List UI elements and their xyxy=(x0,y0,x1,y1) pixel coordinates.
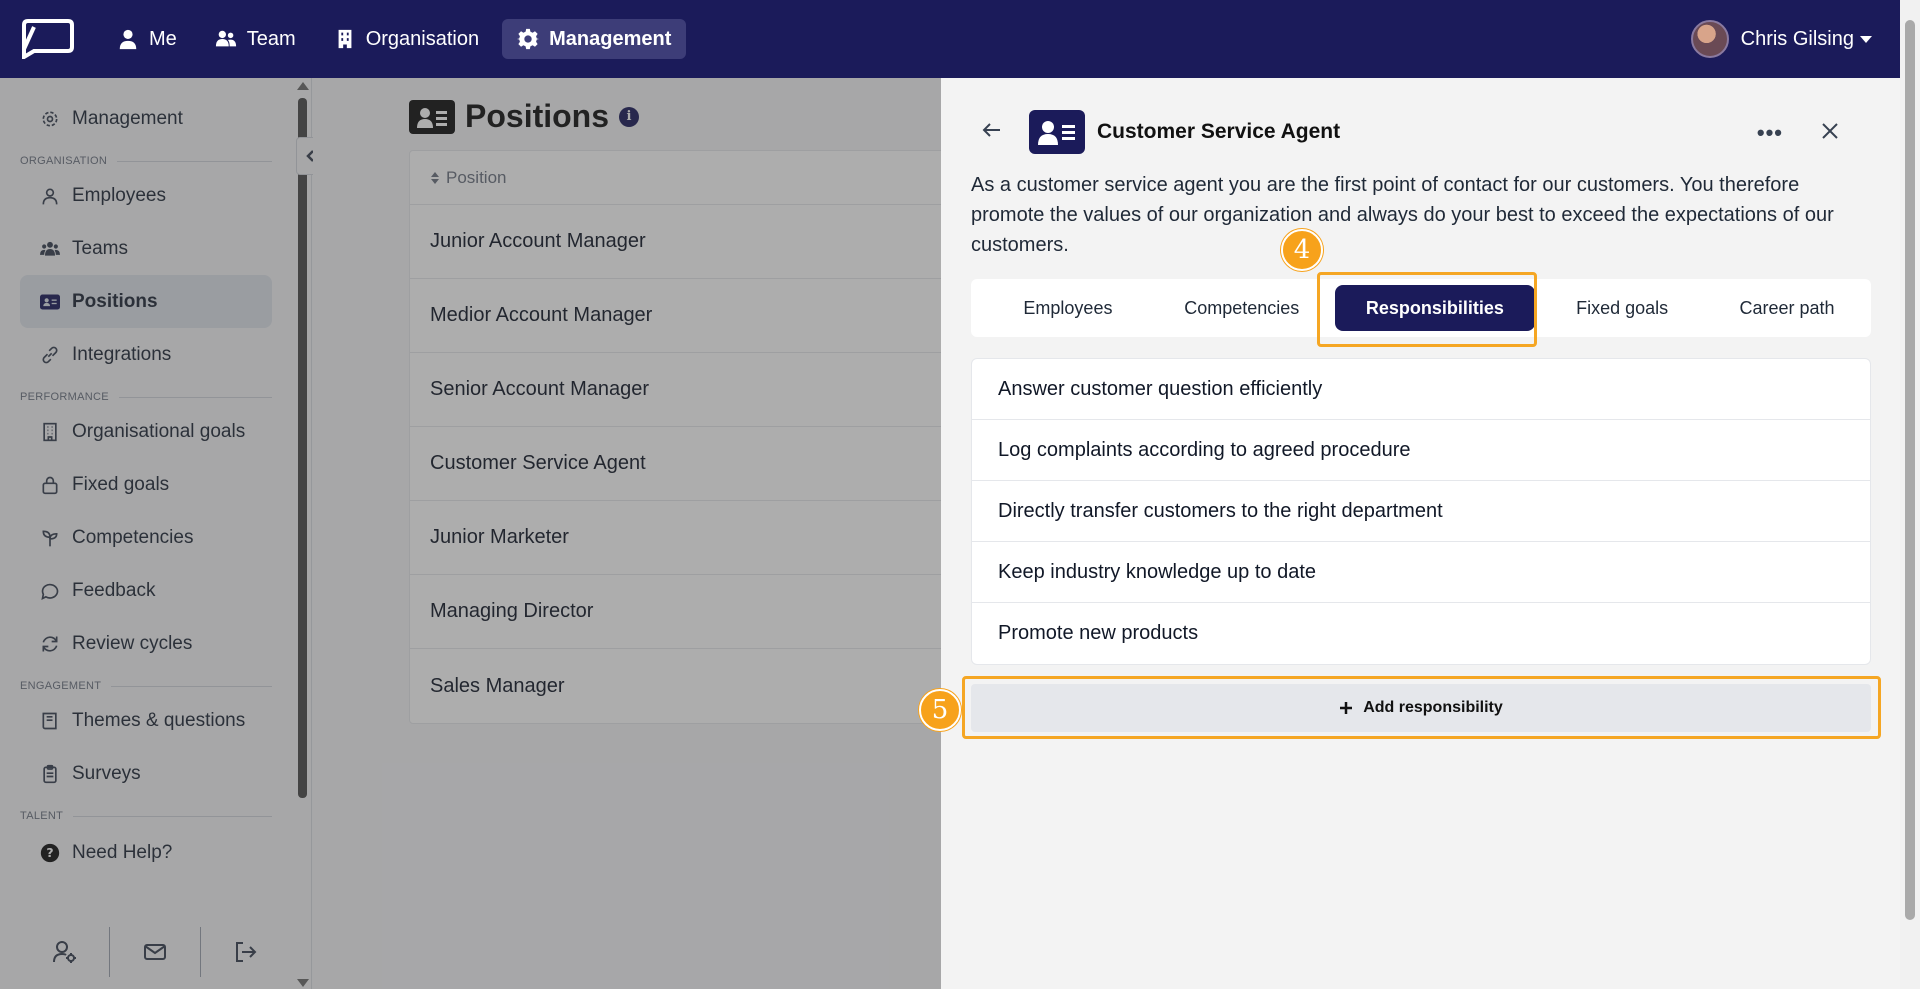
modal-backdrop[interactable] xyxy=(0,78,941,989)
tab-fixed-goals[interactable]: Fixed goals xyxy=(1541,285,1703,331)
tab-competencies[interactable]: Competencies xyxy=(1153,285,1331,331)
tab-career-path[interactable]: Career path xyxy=(1703,285,1871,331)
nav-me-label: Me xyxy=(149,27,177,50)
back-button[interactable] xyxy=(981,119,1003,146)
list-item[interactable]: Log complaints according to agreed proce… xyxy=(972,420,1870,481)
drawer-title: Customer Service Agent xyxy=(1097,120,1341,143)
app-logo-icon[interactable] xyxy=(18,19,76,59)
arrow-left-icon xyxy=(982,122,1000,137)
tab-employees[interactable]: Employees xyxy=(983,285,1153,331)
nav-me[interactable]: Me xyxy=(102,19,192,59)
more-options-icon[interactable]: ••• xyxy=(1757,120,1783,146)
users-icon xyxy=(215,30,236,47)
top-navbar: Me Team Organisation Management Chris Gi… xyxy=(0,0,1900,78)
highlight-responsibilities-tab xyxy=(1317,272,1537,347)
id-card-icon xyxy=(1029,110,1085,154)
position-description: As a customer service agent you are the … xyxy=(971,174,1834,256)
position-drawer: Customer Service Agent ••• As a customer… xyxy=(941,78,1900,989)
responsibilities-list: Answer customer question efficiently Log… xyxy=(971,358,1871,665)
highlight-add-responsibility xyxy=(962,676,1881,739)
nav-organisation[interactable]: Organisation xyxy=(319,19,494,59)
list-item[interactable]: Promote new products xyxy=(972,603,1870,664)
list-item[interactable]: Keep industry knowledge up to date xyxy=(972,542,1870,603)
nav-organisation-label: Organisation xyxy=(365,27,480,50)
avatar xyxy=(1690,20,1729,58)
user-menu[interactable]: Chris Gilsing xyxy=(1690,0,1872,78)
nav-team[interactable]: Team xyxy=(200,19,311,59)
close-icon xyxy=(1822,123,1838,139)
step-badge-4: 4 xyxy=(1281,229,1323,271)
window-scroll-thumb[interactable] xyxy=(1905,20,1915,920)
list-item[interactable]: Directly transfer customers to the right… xyxy=(972,481,1870,542)
building-icon xyxy=(338,29,352,49)
user-icon xyxy=(119,29,137,50)
nav-team-label: Team xyxy=(246,27,296,50)
chevron-down-icon xyxy=(1860,35,1872,43)
nav-management-label: Management xyxy=(549,27,672,50)
step-badge-5: 5 xyxy=(919,689,961,731)
drawer-header: Customer Service Agent ••• xyxy=(981,110,1861,154)
user-name: Chris Gilsing xyxy=(1740,27,1854,50)
window-scrollbar[interactable] xyxy=(1900,0,1920,989)
gear-icon xyxy=(517,28,540,50)
list-item[interactable]: Answer customer question efficiently xyxy=(972,359,1870,420)
nav-management[interactable]: Management xyxy=(502,19,687,59)
